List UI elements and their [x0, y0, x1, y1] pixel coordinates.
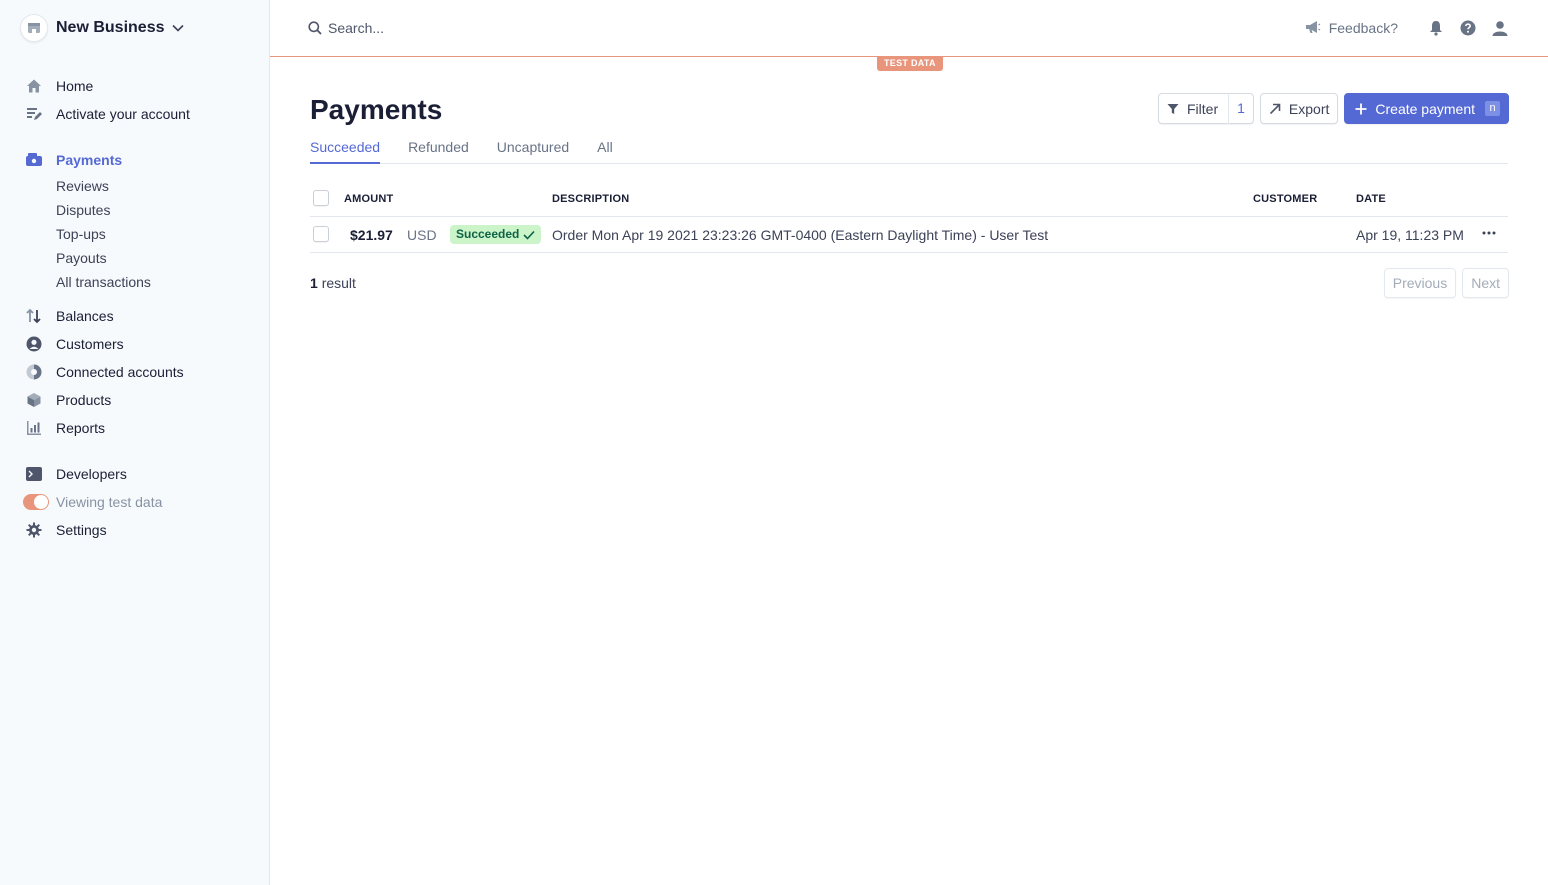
sidebar-item-activate[interactable]: Activate your account: [24, 102, 190, 126]
payment-status-tabs: Succeeded Refunded Uncaptured All: [310, 137, 1508, 164]
sidebar-item-disputes[interactable]: Disputes: [56, 200, 110, 220]
home-icon: [24, 76, 44, 96]
column-header-amount[interactable]: AMOUNT: [344, 193, 393, 205]
plus-icon: [1355, 103, 1367, 115]
row-checkbox[interactable]: [313, 226, 329, 242]
filter-icon: [1167, 103, 1179, 115]
feedback-button[interactable]: Feedback?: [1305, 20, 1398, 37]
search-input[interactable]: [328, 20, 728, 36]
payment-description: Order Mon Apr 19 2021 23:23:26 GMT-0400 …: [552, 227, 1049, 243]
terminal-icon: [24, 464, 44, 484]
more-options-icon[interactable]: [1482, 226, 1496, 240]
tab-succeeded[interactable]: Succeeded: [310, 137, 381, 164]
gear-icon: [24, 520, 44, 540]
sidebar-item-reviews[interactable]: Reviews: [56, 176, 109, 196]
filter-count: 1: [1228, 93, 1245, 124]
sidebar-item-reports[interactable]: Reports: [24, 416, 105, 440]
sidebar-item-topups[interactable]: Top-ups: [56, 224, 106, 244]
result-count: 1 result: [310, 275, 356, 291]
payment-date: Apr 19, 11:23 PM: [1356, 227, 1464, 243]
tab-refunded[interactable]: Refunded: [408, 137, 469, 164]
select-all-checkbox[interactable]: [313, 190, 329, 206]
sidebar-item-connected-accounts[interactable]: Connected accounts: [24, 360, 184, 384]
balances-arrows-icon: [24, 306, 44, 326]
create-payment-button[interactable]: Create payment n: [1344, 93, 1509, 124]
tab-uncaptured[interactable]: Uncaptured: [497, 137, 569, 164]
sidebar-item-developers[interactable]: Developers: [24, 462, 127, 486]
table-row[interactable]: $21.97 USD Succeeded Order Mon Apr 19 20…: [310, 217, 1508, 253]
sidebar-item-customers[interactable]: Customers: [24, 332, 124, 356]
top-header: Feedback?: [270, 0, 1548, 57]
checkmark-icon: [523, 230, 535, 240]
business-switcher[interactable]: New Business: [20, 14, 185, 42]
sidebar-item-payouts[interactable]: Payouts: [56, 248, 107, 268]
sidebar-item-balances[interactable]: Balances: [24, 304, 114, 328]
checklist-edit-icon: [24, 104, 44, 124]
table-header: AMOUNT DESCRIPTION CUSTOMER DATE: [310, 186, 1508, 217]
test-data-toggle-switch[interactable]: [23, 494, 49, 510]
previous-page-button[interactable]: Previous: [1383, 268, 1457, 298]
arrow-up-right-icon: [1269, 103, 1281, 115]
test-data-badge: TEST DATA: [877, 56, 943, 71]
export-button[interactable]: Export: [1259, 93, 1339, 124]
help-icon[interactable]: [1458, 18, 1478, 38]
chevron-down-icon: [172, 24, 185, 32]
sidebar-item-all-transactions[interactable]: All transactions: [56, 272, 151, 292]
tab-all[interactable]: All: [597, 137, 613, 164]
status-badge: Succeeded: [450, 225, 542, 244]
globe-icon: [24, 362, 44, 382]
business-name: New Business: [56, 19, 165, 36]
box-icon: [24, 390, 44, 410]
sidebar: New Business Home Activate your account …: [0, 0, 270, 885]
filter-button[interactable]: Filter 1: [1158, 93, 1254, 124]
customer-icon: [24, 334, 44, 354]
payment-amount: $21.97: [350, 227, 393, 243]
sidebar-item-products[interactable]: Products: [24, 388, 111, 412]
search-bar[interactable]: [308, 18, 728, 38]
search-icon: [308, 21, 322, 35]
sidebar-item-payments[interactable]: Payments: [24, 148, 122, 172]
payment-currency: USD: [407, 227, 437, 243]
page-actions: Filter 1 Export Create payment n: [1158, 93, 1509, 124]
sidebar-item-settings[interactable]: Settings: [24, 518, 107, 542]
keyboard-shortcut-hint: n: [1485, 101, 1500, 116]
payments-icon: [24, 150, 44, 170]
megaphone-icon: [1305, 20, 1321, 37]
store-icon: [20, 14, 48, 42]
column-header-customer[interactable]: CUSTOMER: [1253, 193, 1317, 205]
bar-chart-icon: [24, 418, 44, 438]
next-page-button[interactable]: Next: [1462, 268, 1509, 298]
pagination: Previous Next: [1383, 268, 1509, 298]
bell-icon[interactable]: [1426, 18, 1446, 38]
sidebar-item-test-data-toggle[interactable]: Viewing test data: [23, 490, 162, 514]
sidebar-item-home[interactable]: Home: [24, 74, 93, 98]
page-title: Payments: [310, 94, 443, 125]
column-header-date[interactable]: DATE: [1356, 193, 1386, 205]
column-header-description[interactable]: DESCRIPTION: [552, 193, 629, 205]
user-account-icon[interactable]: [1490, 18, 1510, 38]
payments-table: AMOUNT DESCRIPTION CUSTOMER DATE $21.97 …: [310, 186, 1508, 253]
